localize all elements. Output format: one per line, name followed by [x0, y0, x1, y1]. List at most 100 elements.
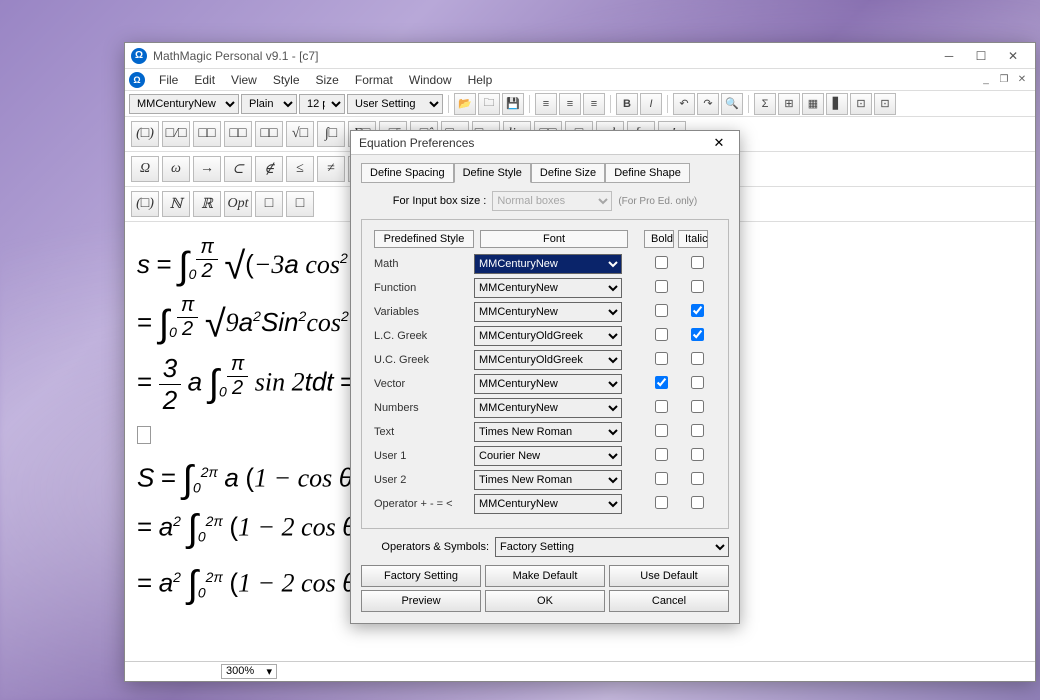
- align-center-button[interactable]: ≡: [559, 93, 581, 115]
- open-button[interactable]: 📂: [454, 93, 476, 115]
- menu-style[interactable]: Style: [265, 71, 308, 89]
- matrix-button[interactable]: ⊞: [778, 93, 800, 115]
- italic-checkbox[interactable]: [691, 256, 704, 269]
- bold-checkbox[interactable]: [655, 496, 668, 509]
- bold-checkbox[interactable]: [655, 256, 668, 269]
- template-btn-1[interactable]: □/□: [162, 121, 190, 147]
- style-row-font-select[interactable]: MMCenturyNew: [474, 278, 622, 298]
- menu-edit[interactable]: Edit: [186, 71, 223, 89]
- close-button[interactable]: ✕: [997, 45, 1029, 67]
- symbol-btn-5[interactable]: ≤: [286, 156, 314, 182]
- italic-checkbox[interactable]: [691, 376, 704, 389]
- italic-checkbox[interactable]: [691, 304, 704, 317]
- zoom-button[interactable]: 🔍: [721, 93, 743, 115]
- sigma-button[interactable]: Σ: [754, 93, 776, 115]
- menu-view[interactable]: View: [223, 71, 265, 89]
- italic-checkbox[interactable]: [691, 424, 704, 437]
- bold-checkbox[interactable]: [655, 376, 668, 389]
- mdi-restore-button[interactable]: ❐: [995, 72, 1013, 88]
- symbol-btn-3[interactable]: ⊂: [224, 156, 252, 182]
- zoom-select[interactable]: 300%▾: [221, 664, 277, 679]
- bold-checkbox[interactable]: [655, 448, 668, 461]
- style-row-font-select[interactable]: MMCenturyNew: [474, 302, 622, 322]
- symbol-btn-4[interactable]: ∉: [255, 156, 283, 182]
- italic-checkbox[interactable]: [691, 280, 704, 293]
- extra-btn-3[interactable]: Opt: [224, 191, 252, 217]
- align-left-button[interactable]: ≡: [535, 93, 557, 115]
- extra-btn-1[interactable]: ℕ: [162, 191, 190, 217]
- bold-checkbox[interactable]: [655, 328, 668, 341]
- folder-button[interactable]: 🗀: [478, 93, 500, 115]
- extra-btn-2[interactable]: ℝ: [193, 191, 221, 217]
- user-setting-select[interactable]: User Setting: [347, 94, 443, 114]
- italic-checkbox[interactable]: [691, 448, 704, 461]
- app-menu-icon[interactable]: Ω: [129, 72, 145, 88]
- italic-checkbox[interactable]: [691, 472, 704, 485]
- italic-button[interactable]: I: [640, 93, 662, 115]
- tab-define-size[interactable]: Define Size: [531, 163, 605, 183]
- box2-button[interactable]: ⊡: [874, 93, 896, 115]
- placeholder-box[interactable]: [137, 426, 151, 444]
- extra-btn-5[interactable]: □: [286, 191, 314, 217]
- mdi-minimize-button[interactable]: _: [977, 72, 995, 88]
- ok-button[interactable]: OK: [485, 590, 605, 612]
- align-right-button[interactable]: ≡: [583, 93, 605, 115]
- cancel-button[interactable]: Cancel: [609, 590, 729, 612]
- italic-checkbox[interactable]: [691, 352, 704, 365]
- bold-button[interactable]: B: [616, 93, 638, 115]
- grid-button[interactable]: ▦: [802, 93, 824, 115]
- italic-checkbox[interactable]: [691, 328, 704, 341]
- style-row-font-select[interactable]: MMCenturyNew: [474, 254, 622, 274]
- bold-checkbox[interactable]: [655, 472, 668, 485]
- style-row-font-select[interactable]: MMCenturyOldGreek: [474, 350, 622, 370]
- template-btn-0[interactable]: (□): [131, 121, 159, 147]
- menu-window[interactable]: Window: [401, 71, 460, 89]
- bold-checkbox[interactable]: [655, 400, 668, 413]
- style-row-font-select[interactable]: MMCenturyNew: [474, 494, 622, 514]
- operators-symbols-select[interactable]: Factory Setting: [495, 537, 729, 557]
- template-btn-4[interactable]: □□: [255, 121, 283, 147]
- style-row-font-select[interactable]: MMCenturyNew: [474, 374, 622, 394]
- bold-checkbox[interactable]: [655, 280, 668, 293]
- style-row-font-select[interactable]: MMCenturyOldGreek: [474, 326, 622, 346]
- template-btn-3[interactable]: □□: [224, 121, 252, 147]
- tab-define-spacing[interactable]: Define Spacing: [361, 163, 454, 183]
- undo-button[interactable]: ↶: [673, 93, 695, 115]
- tab-define-shape[interactable]: Define Shape: [605, 163, 690, 183]
- bold-checkbox[interactable]: [655, 304, 668, 317]
- style-row-font-select[interactable]: Courier New: [474, 446, 622, 466]
- menu-file[interactable]: File: [151, 71, 186, 89]
- extra-btn-0[interactable]: (□): [131, 191, 159, 217]
- use-default-button[interactable]: Use Default: [609, 565, 729, 587]
- template-btn-5[interactable]: √□: [286, 121, 314, 147]
- box-button[interactable]: ⊡: [850, 93, 872, 115]
- symbol-btn-1[interactable]: ω: [162, 156, 190, 182]
- italic-checkbox[interactable]: [691, 496, 704, 509]
- template-btn-2[interactable]: □□: [193, 121, 221, 147]
- dialog-close-button[interactable]: ✕: [707, 133, 731, 153]
- preview-button[interactable]: Preview: [361, 590, 481, 612]
- bold-checkbox[interactable]: [655, 424, 668, 437]
- menu-format[interactable]: Format: [347, 71, 401, 89]
- style-row-font-select[interactable]: Times New Roman: [474, 422, 622, 442]
- symbol-btn-2[interactable]: →: [193, 156, 221, 182]
- template-btn-6[interactable]: ∫□: [317, 121, 345, 147]
- color-button[interactable]: ▋: [826, 93, 848, 115]
- redo-button[interactable]: ↷: [697, 93, 719, 115]
- font-size-select[interactable]: 12 pt: [299, 94, 345, 114]
- tab-define-style[interactable]: Define Style: [454, 163, 531, 183]
- save-button[interactable]: 💾: [502, 93, 524, 115]
- menu-size[interactable]: Size: [308, 71, 347, 89]
- style-row-font-select[interactable]: MMCenturyNew: [474, 398, 622, 418]
- extra-btn-4[interactable]: □: [255, 191, 283, 217]
- font-style-select[interactable]: Plain: [241, 94, 297, 114]
- factory-setting-button[interactable]: Factory Setting: [361, 565, 481, 587]
- symbol-btn-6[interactable]: ≠: [317, 156, 345, 182]
- minimize-button[interactable]: ─: [933, 45, 965, 67]
- italic-checkbox[interactable]: [691, 400, 704, 413]
- make-default-button[interactable]: Make Default: [485, 565, 605, 587]
- mdi-close-button[interactable]: ✕: [1013, 72, 1031, 88]
- menu-help[interactable]: Help: [460, 71, 501, 89]
- font-select[interactable]: MMCenturyNew: [129, 94, 239, 114]
- bold-checkbox[interactable]: [655, 352, 668, 365]
